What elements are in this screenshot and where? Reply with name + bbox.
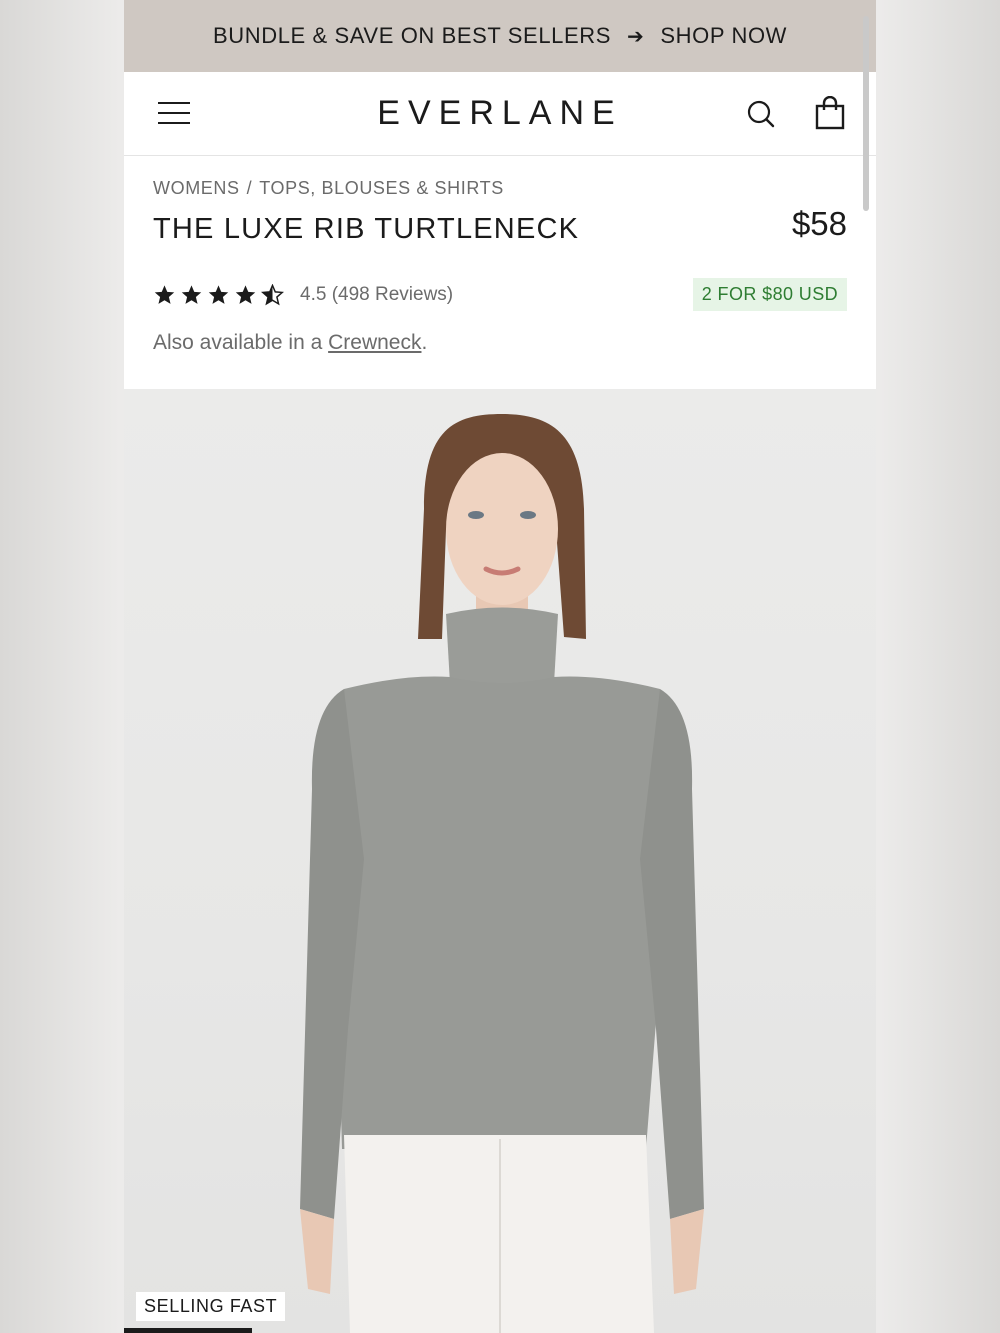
shop-now-link[interactable]: SHOP NOW	[660, 23, 787, 49]
star-icon	[154, 284, 175, 304]
scrollbar[interactable]	[863, 16, 869, 211]
site-header: EVERLANE	[124, 72, 876, 156]
breadcrumb-item-tops[interactable]: TOPS, BLOUSES & SHIRTS	[259, 178, 504, 198]
product-price: $58	[791, 205, 847, 242]
menu-icon[interactable]	[158, 102, 190, 126]
crewneck-link[interactable]: Crewneck	[328, 331, 421, 354]
star-icon	[235, 284, 256, 304]
arrow-right-icon: ➔	[627, 25, 645, 48]
offer-badge: 2 FOR $80 USD	[692, 278, 847, 311]
rating-stars[interactable]: 4.5 (498 Reviews)	[153, 283, 453, 306]
breadcrumb-separator: /	[246, 178, 253, 198]
promo-banner[interactable]: BUNDLE & SAVE ON BEST SELLERS ➔ SHOP NOW	[124, 0, 876, 72]
star-icon	[208, 284, 229, 304]
carousel-progress-bar	[124, 1328, 252, 1333]
rating-summary[interactable]: 4.5 (498 Reviews)	[300, 284, 453, 306]
star-icon	[181, 284, 202, 304]
rating-row: 4.5 (498 Reviews) 2 FOR $80 USD	[153, 278, 847, 311]
product-info: WOMENS / TOPS, BLOUSES & SHIRTS THE LUXE R…	[124, 156, 876, 389]
breadcrumb-item-womens[interactable]: WOMENS	[153, 178, 240, 198]
alt-suffix: .	[421, 331, 428, 354]
shopping-bag-icon[interactable]	[814, 95, 846, 130]
selling-fast-badge: SELLING FAST	[136, 1292, 286, 1321]
mobile-page: BUNDLE & SAVE ON BEST SELLERS ➔ SHOP NOW…	[124, 0, 876, 1333]
product-image[interactable]: SELLING FAST	[124, 389, 876, 1333]
half-star-icon	[261, 283, 284, 305]
search-icon[interactable]	[746, 99, 776, 129]
title-row: THE LUXE RIB TURTLENECK $58	[153, 205, 847, 246]
brand-logo[interactable]: EVERLANE	[377, 94, 622, 133]
breadcrumb: WOMENS / TOPS, BLOUSES & SHIRTS	[153, 178, 847, 199]
model-photo	[300, 414, 704, 1333]
alt-prefix: Also available in a	[153, 331, 329, 354]
promo-text: BUNDLE & SAVE ON BEST SELLERS	[212, 23, 612, 48]
product-title: THE LUXE RIB TURTLENECK	[153, 213, 580, 245]
alternate-style-note: Also available in a Crewneck.	[153, 331, 847, 355]
